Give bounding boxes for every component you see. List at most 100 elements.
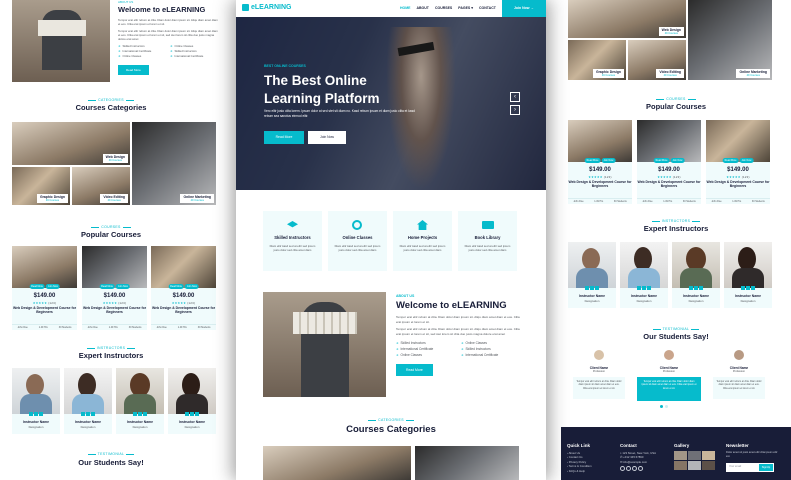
nav-courses[interactable]: COURSES (435, 6, 452, 10)
facebook-icon[interactable] (585, 286, 589, 290)
category-online-marketing-image[interactable]: Online Marketing 49 Courses (688, 0, 772, 80)
instructor-card[interactable]: Instructor Name Designation (724, 242, 772, 308)
instagram-icon[interactable] (647, 286, 651, 290)
instructor-card[interactable]: Instructor Name Designation (620, 242, 668, 308)
brand-logo[interactable]: eLEARNING (242, 4, 291, 11)
join-now-button[interactable]: Join Now → (502, 0, 546, 17)
instructor-card[interactable]: Instructor Name Designation (168, 368, 216, 434)
twitter-icon[interactable] (642, 286, 646, 290)
category-web-design-image[interactable]: Web Design 49 Courses (12, 122, 130, 165)
footer-link[interactable]: › FAQs & Help (567, 469, 592, 473)
category-graphic-design-image[interactable]: Graphic Design 49 Courses (12, 167, 70, 205)
facebook-icon[interactable] (637, 286, 641, 290)
twitter-icon[interactable] (746, 286, 750, 290)
category-video-editing-image[interactable]: Video Editing 49 Courses (72, 167, 130, 205)
category-web-design-image[interactable]: Web Design 49 Courses (568, 0, 686, 38)
service-card[interactable]: Online Classes Diam elitr kasd sed at el… (328, 211, 387, 271)
gallery-thumbnail[interactable] (702, 451, 715, 460)
facebook-icon[interactable] (626, 466, 631, 472)
course-card[interactable]: Read More Join Now $149.00 ★★★★★ (123) We… (12, 246, 77, 330)
service-card[interactable]: Book Library Diam elitr kasd sed at elit… (458, 211, 517, 271)
course-read-more-button[interactable]: Read More (99, 284, 115, 289)
instagram-icon[interactable] (595, 286, 599, 290)
linkedin-icon[interactable] (638, 466, 643, 472)
nav-contact[interactable]: CONTACT (479, 6, 496, 10)
instructor-card[interactable]: Instructor Name Designation (116, 368, 164, 434)
nav-about[interactable]: ABOUT (417, 6, 429, 10)
newsletter-email-input[interactable]: Your email (729, 465, 741, 468)
service-text: Diam elitr kasd sed at elitr sed ipsum j… (464, 244, 511, 253)
course-read-more-button[interactable]: Read More (653, 158, 670, 163)
category-graphic-design-image[interactable]: Graphic Design 49 Courses (568, 40, 626, 80)
instructor-photo (168, 368, 216, 414)
instructor-card[interactable]: Instructor Name Designation (568, 242, 616, 308)
nav-home[interactable]: HOME (400, 6, 411, 10)
about-read-more-button[interactable]: Read More (118, 65, 149, 76)
twitter-icon[interactable] (86, 412, 90, 416)
course-card[interactable]: Read More Join Now $149.00 ★★★★★ (123) We… (706, 120, 770, 204)
instagram-icon[interactable] (143, 412, 147, 416)
course-join-button[interactable]: Join Now (601, 158, 616, 163)
course-card[interactable]: Read More Join Now $149.00 ★★★★★ (123) We… (568, 120, 632, 204)
carousel-dot[interactable] (665, 405, 668, 408)
testimonial-title: Our Students Say! (643, 332, 709, 341)
about-read-more-button[interactable]: Read More (396, 364, 433, 376)
twitter-icon[interactable] (694, 286, 698, 290)
hero-text: Vero elitr justo clita lorem. Ipsum dolo… (264, 109, 415, 118)
course-join-button[interactable]: Join Now (739, 158, 754, 163)
gallery-thumbnail[interactable] (702, 461, 715, 470)
facebook-icon[interactable] (133, 412, 137, 416)
carousel-prev-icon[interactable]: ‹ (510, 92, 520, 102)
course-join-button[interactable]: Join Now (184, 284, 199, 289)
newsletter-signup-button[interactable]: SignUp (759, 463, 773, 471)
twitter-icon[interactable] (590, 286, 594, 290)
gallery-thumbnail[interactable] (688, 451, 701, 460)
gallery-thumbnail[interactable] (688, 461, 701, 470)
course-join-button[interactable]: Join Now (670, 158, 685, 163)
twitter-icon[interactable] (190, 412, 194, 416)
carousel-next-icon[interactable]: › (510, 105, 520, 115)
twitter-icon[interactable] (34, 412, 38, 416)
facebook-icon[interactable] (29, 412, 33, 416)
facebook-icon[interactable] (185, 412, 189, 416)
nav-pages[interactable]: PAGES ▾ (458, 6, 473, 10)
course-read-more-button[interactable]: Read More (29, 284, 45, 289)
course-read-more-button[interactable]: Read More (168, 284, 184, 289)
instructors-title: Expert Instructors (643, 224, 709, 233)
category-video-editing-image[interactable]: Video Editing 49 Courses (628, 40, 686, 80)
instructor-card[interactable]: Instructor Name Designation (64, 368, 112, 434)
twitter-icon[interactable] (138, 412, 142, 416)
service-card[interactable]: Home Projects Diam elitr kasd sed at eli… (393, 211, 452, 271)
course-read-more-button[interactable]: Read More (722, 158, 739, 163)
carousel-dot-active[interactable] (660, 405, 663, 408)
instructor-card[interactable]: Instructor Name Designation (672, 242, 720, 308)
facebook-icon[interactable] (689, 286, 693, 290)
instagram-icon[interactable] (91, 412, 95, 416)
service-card[interactable]: Skilled Instructors Diam elitr kasd sed … (263, 211, 322, 271)
hero-read-more-button[interactable]: Read More (264, 131, 304, 144)
instructor-card[interactable]: Instructor Name Designation (12, 368, 60, 434)
category-online-marketing-image[interactable]: Online Marketing 49 Courses (132, 122, 216, 205)
gallery-thumbnail[interactable] (674, 451, 687, 460)
course-card[interactable]: Read More Join Now $149.00 ★★★★★ (123) We… (82, 246, 147, 330)
instagram-icon[interactable] (751, 286, 755, 290)
instagram-icon[interactable] (195, 412, 199, 416)
hero-join-now-button[interactable]: Join Now (308, 131, 346, 144)
instructor-role: Designation (740, 299, 756, 303)
category-web-design-image[interactable] (263, 446, 411, 480)
course-card[interactable]: Read More Join Now $149.00 ★★★★★ (123) We… (637, 120, 701, 204)
category-online-marketing-image[interactable] (415, 446, 519, 480)
service-title: Online Classes (342, 235, 373, 240)
youtube-icon[interactable] (632, 466, 637, 472)
course-join-button[interactable]: Join Now (45, 284, 60, 289)
course-buttons: Read More Join Now (168, 284, 199, 289)
facebook-icon[interactable] (81, 412, 85, 416)
course-card[interactable]: Read More Join Now $149.00 ★★★★★ (123) We… (151, 246, 216, 330)
instagram-icon[interactable] (39, 412, 43, 416)
instagram-icon[interactable] (699, 286, 703, 290)
facebook-icon[interactable] (741, 286, 745, 290)
gallery-thumbnail[interactable] (674, 461, 687, 470)
course-join-button[interactable]: Join Now (115, 284, 130, 289)
course-read-more-button[interactable]: Read More (584, 158, 601, 163)
twitter-icon[interactable] (620, 466, 625, 472)
